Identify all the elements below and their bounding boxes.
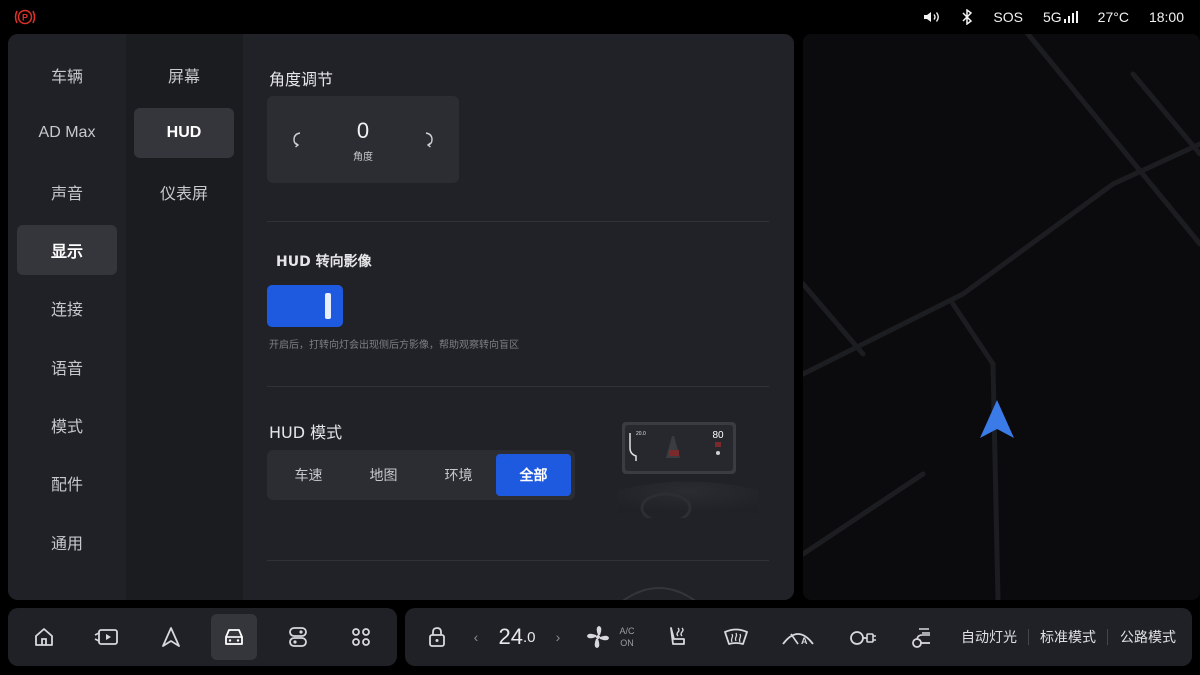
angle-label: 角度 (353, 152, 373, 163)
toggle-knob (325, 293, 331, 319)
seat-climate-button[interactable] (665, 608, 689, 666)
hud-turn-image-title: HUD 转向影像 (276, 254, 372, 270)
map-roads (803, 34, 1200, 600)
temperature-decimal: .0 (522, 628, 536, 646)
temperature-integer: 24 (498, 624, 523, 649)
angle-adjust-card: 0 角度 (267, 96, 459, 183)
category-general[interactable]: 通用 (17, 517, 117, 567)
climate-and-quick-controls: ‹ 24.0 › A/C ON A 自动灯光 标准模式 公路模式 (405, 608, 1192, 666)
steering-heat-button[interactable] (847, 608, 877, 666)
divider (267, 560, 769, 561)
ac-toggle[interactable]: A/C ON (617, 608, 637, 666)
svg-text:P: P (22, 13, 28, 23)
headlight-adjust-icon (850, 631, 876, 645)
navigation-icon (162, 627, 180, 647)
hud-preview-distance: 20.0 (636, 431, 646, 437)
hud-mode-environment[interactable]: 环境 (421, 454, 496, 496)
media-button[interactable] (84, 614, 130, 660)
temperature-decrease-button[interactable]: ‹ (469, 608, 483, 666)
clock: 18:00 (1148, 9, 1184, 25)
signal-icon (1063, 11, 1078, 23)
network-indicator: 5G (1043, 9, 1078, 25)
subcategory-screen[interactable]: 屏幕 (134, 50, 234, 100)
divider (267, 221, 769, 222)
navigation-button[interactable] (148, 614, 194, 660)
highway-mode-button[interactable]: 公路模式 (1120, 608, 1176, 666)
angle-section-title: 角度调节 (269, 70, 334, 89)
lock-icon (429, 627, 445, 647)
hud-mode-selector: 车速 地图 环境 全部 (267, 450, 575, 500)
controls-button[interactable] (275, 614, 321, 660)
category-connection[interactable]: 连接 (17, 283, 117, 333)
ac-state: ON (620, 638, 634, 648)
temperature-increase-button[interactable]: › (551, 608, 565, 666)
hud-mode-speed[interactable]: 车速 (271, 454, 346, 496)
bluetooth-icon[interactable] (961, 9, 973, 25)
apps-grid-icon (352, 628, 370, 646)
hud-preview-image: 20.0 80 (618, 422, 758, 518)
home-button[interactable] (21, 614, 67, 660)
app-dock (8, 608, 397, 666)
category-accessories[interactable]: 配件 (17, 458, 117, 508)
parking-brake-icon: P (14, 9, 36, 25)
settings-subcategory-list: 屏幕 HUD 仪表屏 (126, 34, 243, 600)
hud-preview-speed: 80 (712, 430, 724, 441)
category-vehicle[interactable]: 车辆 (17, 50, 117, 100)
controls-icon (289, 627, 307, 647)
media-icon (94, 629, 118, 645)
vehicle-button[interactable] (211, 614, 257, 660)
sos-button[interactable]: SOS (993, 9, 1023, 25)
front-defrost-icon (724, 628, 748, 645)
rotate-right-icon[interactable] (421, 130, 435, 148)
standard-mode-button[interactable]: 标准模式 (1040, 608, 1096, 666)
faded-decoration (622, 587, 696, 600)
separator (1028, 629, 1029, 645)
separator (1107, 629, 1108, 645)
apps-grid-button[interactable] (338, 614, 384, 660)
mirror-fold-button[interactable] (910, 608, 934, 666)
auto-wiper-button[interactable]: A (781, 608, 815, 666)
home-icon (35, 628, 53, 646)
fan-button[interactable] (585, 608, 611, 666)
status-bar: P SOS 5G 27°C 18:00 (0, 0, 1200, 34)
category-display[interactable]: 显示 (17, 225, 117, 275)
category-mode[interactable]: 模式 (17, 400, 117, 450)
fan-icon (587, 626, 609, 648)
hud-mode-map[interactable]: 地图 (346, 454, 421, 496)
volume-icon[interactable] (923, 10, 941, 24)
chevron-left-icon: ‹ (473, 629, 479, 645)
network-label: 5G (1042, 9, 1062, 25)
front-defrost-button[interactable] (723, 608, 749, 666)
hud-settings-content: 角度调节 0 角度 HUD 转向影像 开启后，打转向灯会出现侧后方影像，帮助观察… (243, 34, 794, 600)
vehicle-position-arrow-icon (980, 400, 1014, 438)
hud-mode-all[interactable]: 全部 (496, 454, 571, 496)
subcategory-hud[interactable]: HUD (134, 108, 234, 158)
hud-turn-image-toggle[interactable] (267, 285, 343, 327)
category-ad-max[interactable]: AD Max (17, 108, 117, 158)
ac-label: A/C (619, 626, 635, 636)
svg-text:A: A (801, 636, 808, 646)
mirror-icon (912, 628, 930, 648)
vehicle-icon (225, 629, 243, 645)
settings-category-list: 车辆 AD Max 声音 显示 连接 语音 模式 配件 通用 (8, 34, 126, 600)
seat-heat-icon (670, 627, 685, 645)
auto-wiper-icon: A (782, 633, 814, 646)
category-sound[interactable]: 声音 (17, 167, 117, 217)
auto-lights-button[interactable]: 自动灯光 (961, 608, 1017, 666)
outside-temperature: 27°C (1097, 9, 1129, 25)
hud-mode-title: HUD 模式 (269, 423, 343, 442)
cabin-temperature: 24.0 (491, 608, 543, 666)
category-voice[interactable]: 语音 (17, 342, 117, 392)
settings-panel: 车辆 AD Max 声音 显示 连接 语音 模式 配件 通用 屏幕 HUD 仪表… (8, 34, 794, 600)
subcategory-instrument-screen[interactable]: 仪表屏 (134, 167, 234, 217)
hud-turn-image-description: 开启后，打转向灯会出现侧后方影像，帮助观察转向盲区 (269, 340, 519, 351)
chevron-right-icon: › (555, 629, 561, 645)
lock-button[interactable] (425, 608, 449, 666)
navigation-map[interactable] (803, 34, 1200, 600)
divider (267, 386, 769, 387)
